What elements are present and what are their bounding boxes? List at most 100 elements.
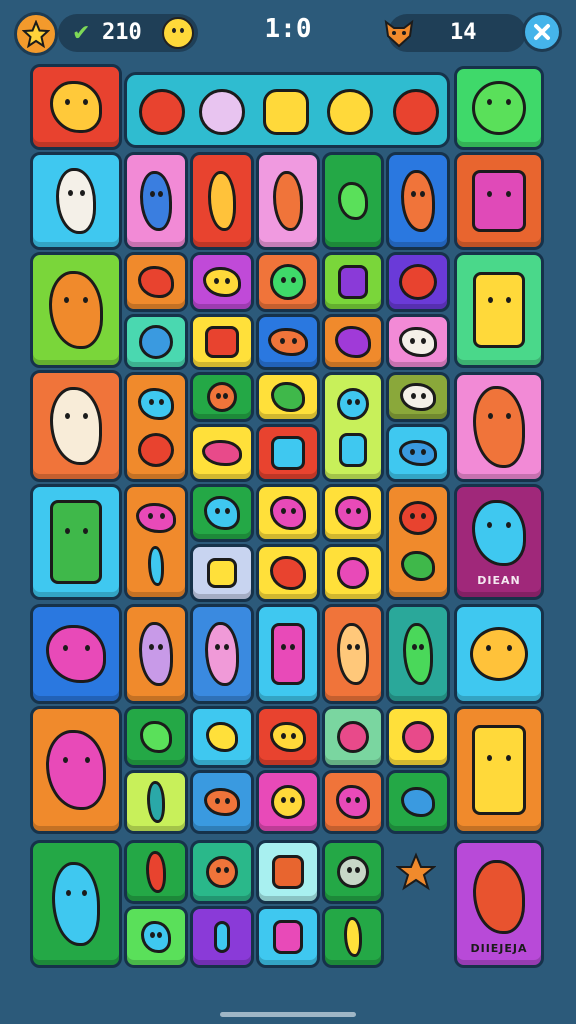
star-icon: [270, 496, 306, 530]
tomato-icon[interactable]: [139, 89, 185, 135]
tile-blue-ghost[interactable]: [190, 484, 254, 542]
fish-icon: [470, 627, 528, 681]
blue-smiley-icon: [337, 388, 369, 421]
tile-green-soldier[interactable]: [30, 484, 122, 600]
tile-orange-fish[interactable]: [256, 314, 320, 370]
star-icon: [335, 496, 371, 530]
tile-red-star[interactable]: [256, 544, 320, 602]
ghost-icon: [472, 500, 526, 567]
tile-bear-yellow[interactable]: [30, 64, 122, 150]
tile-planet[interactable]: [124, 314, 188, 370]
tile-green-tree[interactable]: [256, 372, 320, 422]
bag-icon: [140, 721, 172, 753]
gift-icon: [273, 920, 303, 954]
tile-red-marker[interactable]: [124, 840, 188, 904]
tile-cat-apple[interactable]: [124, 372, 188, 482]
tile-pink-robot[interactable]: [256, 604, 320, 704]
tile-green-bag[interactable]: [124, 706, 188, 768]
tile-doll-white[interactable]: [30, 152, 122, 250]
tile-pink-star[interactable]: [322, 770, 384, 834]
tile-gourd[interactable]: [322, 604, 384, 704]
tile-yellow-monster[interactable]: [454, 706, 544, 834]
tile-yellow-marker[interactable]: [322, 906, 384, 968]
apple-icon[interactable]: [393, 89, 439, 135]
tile-blue-figure[interactable]: [124, 152, 188, 250]
tile-blue-fish[interactable]: [386, 424, 450, 482]
tile-orange-bear[interactable]: [30, 252, 122, 368]
tile-label: DIEAN: [477, 574, 521, 587]
tile-pink-pig[interactable]: [30, 604, 122, 704]
tile-tomato-palm[interactable]: [386, 484, 450, 600]
star-icon: [206, 722, 238, 752]
blob-icon: [203, 267, 241, 297]
tile-pink-star[interactable]: [256, 484, 320, 542]
tile-rocket[interactable]: [386, 770, 450, 834]
snake-icon: [403, 623, 433, 685]
tile-orange-carrot[interactable]: [256, 152, 320, 250]
tile-purple-doll[interactable]: [124, 604, 188, 704]
tile-pink-lolly[interactable]: [386, 706, 450, 768]
tile-calculator[interactable]: [256, 424, 320, 482]
bug-icon: [206, 856, 238, 888]
tile-bottle[interactable]: [190, 906, 254, 968]
tile-yellow-blob[interactable]: [190, 252, 254, 312]
tile-white-doll[interactable]: [30, 370, 122, 482]
tile-yellow-star[interactable]: [190, 706, 254, 768]
tile-marker[interactable]: [124, 770, 188, 834]
tile-blue-bird[interactable]: [30, 840, 122, 968]
tile-pot[interactable]: [256, 840, 320, 904]
tile-dream-hair[interactable]: DIIEJEJA: [454, 840, 544, 968]
tile-pink-star-2[interactable]: [322, 484, 384, 542]
tile-yellow-square[interactable]: [190, 544, 254, 602]
tile-pink-blob-brush[interactable]: [124, 484, 188, 600]
tile-green-face[interactable]: [256, 252, 320, 312]
star-icon[interactable]: [396, 852, 436, 892]
tile-cotton-candy[interactable]: [30, 706, 122, 834]
tile-green-face[interactable]: [454, 66, 544, 150]
tile-purple-pot[interactable]: [322, 252, 384, 312]
tile-purple-heart[interactable]: [322, 314, 384, 370]
tile-red-cross[interactable]: [190, 314, 254, 370]
blob-icon: [136, 502, 176, 533]
smiley-icon[interactable]: [327, 89, 373, 135]
tile-dream-ghost[interactable]: DIEAN: [454, 484, 544, 600]
tile-yellow-face[interactable]: [256, 770, 320, 834]
sun-icon[interactable]: [263, 89, 309, 135]
tile-yellow-fish[interactable]: [454, 604, 544, 704]
tile-green-leaf[interactable]: [322, 152, 384, 250]
tile-orange-crab[interactable]: [190, 770, 254, 834]
tile-red-apple[interactable]: [386, 252, 450, 312]
home-indicator[interactable]: [220, 1012, 356, 1017]
tile-yellow-blob[interactable]: [256, 706, 320, 768]
tile-yellow-bear[interactable]: [454, 252, 544, 368]
tile-pink-girl[interactable]: [190, 604, 254, 704]
crab-icon: [204, 788, 240, 816]
doll-icon: [56, 168, 96, 234]
tile-magnifier[interactable]: [322, 544, 384, 602]
tile-icecream[interactable]: [386, 152, 450, 250]
tile-white-pig[interactable]: [386, 372, 450, 422]
tile-orange-ball[interactable]: [190, 372, 254, 422]
tile-gift[interactable]: [256, 906, 320, 968]
rocket-icon: [401, 787, 435, 817]
tile-orange-bug[interactable]: [190, 840, 254, 904]
tile-label: DIIEJEJA: [470, 942, 528, 955]
fish-icon: [268, 328, 308, 356]
tile-yellow-carrot[interactable]: [190, 152, 254, 250]
tile-pink-candy[interactable]: [190, 424, 254, 482]
tile-pink-cat[interactable]: [454, 152, 544, 250]
tree-icon: [271, 382, 305, 412]
tile-red-leaf[interactable]: [124, 252, 188, 312]
tile-pink-ball[interactable]: [322, 706, 384, 768]
square-icon: [207, 558, 237, 588]
tile-blue-ball-radio[interactable]: [322, 372, 384, 482]
bird-icon: [52, 862, 100, 946]
pink-face-icon[interactable]: [199, 89, 245, 135]
cat-icon: [472, 170, 526, 232]
tile-green-snake[interactable]: [386, 604, 450, 704]
tile-icecream-big[interactable]: [454, 372, 544, 482]
cotton-candy-icon: [46, 730, 106, 810]
tile-white-cat[interactable]: [386, 314, 450, 370]
tile-blue-ghost-small[interactable]: [124, 906, 188, 968]
tile-gray-face[interactable]: [322, 840, 384, 904]
